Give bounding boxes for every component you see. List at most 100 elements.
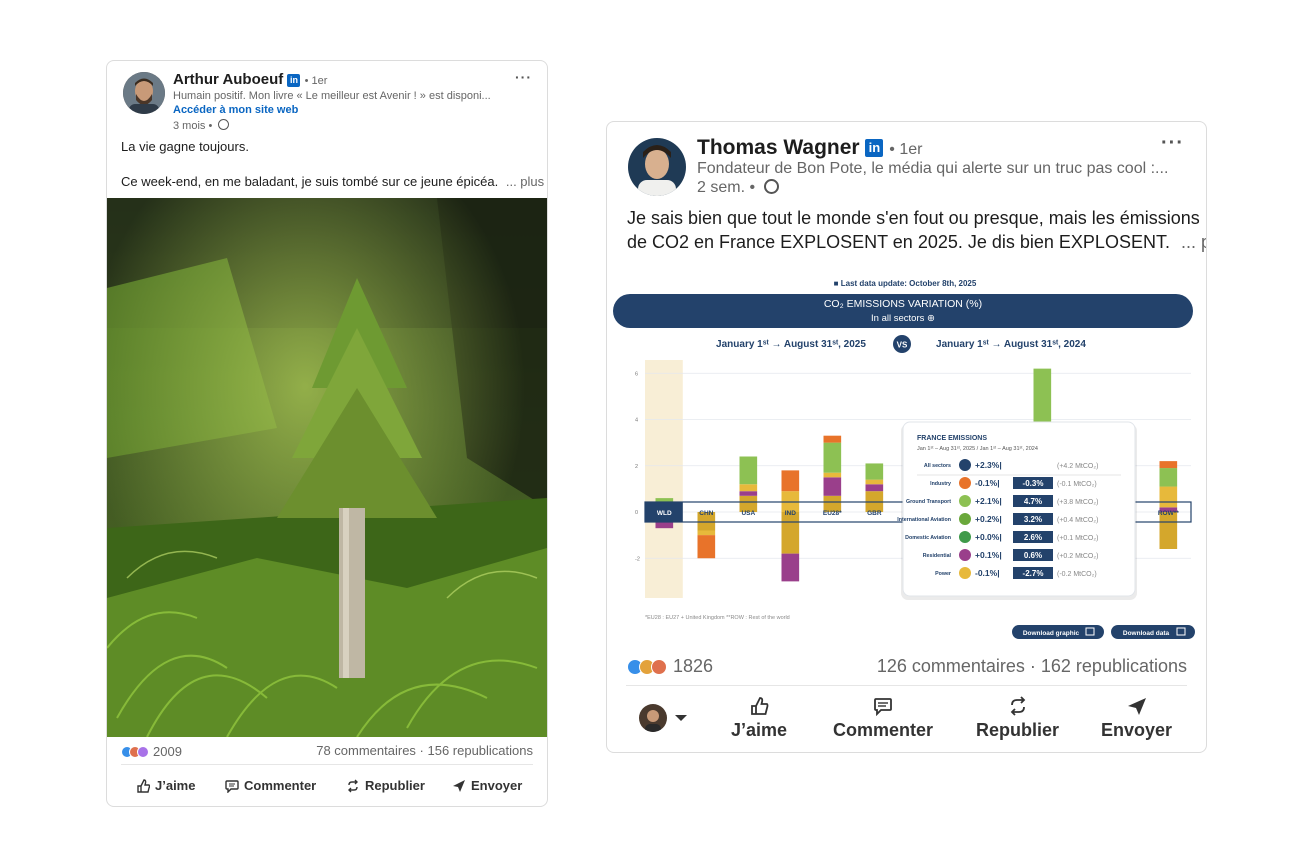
chart-footnote: *EU28 : EU27 + United Kingdom **ROW : Re…	[645, 615, 790, 621]
bar-segment	[1159, 512, 1178, 549]
x-tick-label: EU28*	[823, 510, 842, 517]
post-text-line2-text: de CO2 en France EXPLOSENT en 2025. Je d…	[627, 232, 1170, 252]
comments-reposts-count[interactable]: 78 commentaires · 156 republications	[316, 743, 533, 758]
chart-subtitle: In all sectors ⊕	[871, 313, 935, 324]
sector-icon	[959, 513, 971, 525]
see-more-link[interactable]: ... plus	[506, 174, 544, 189]
avatar-photo	[123, 72, 165, 114]
bar-segment	[823, 442, 842, 473]
comment-button[interactable]: Commenter	[225, 778, 316, 793]
send-button[interactable]: Envoyer	[452, 778, 522, 793]
x-tick-label: USA	[741, 510, 755, 517]
more-options-icon[interactable]: ···	[515, 69, 532, 85]
post-time-text: 3 mois •	[173, 120, 213, 132]
panel-row-label: Industry	[930, 481, 951, 487]
post-photo-spruce[interactable]	[107, 198, 547, 737]
linkedin-premium-icon: in	[287, 73, 301, 87]
globe-icon	[763, 179, 779, 194]
like-button[interactable]: J’aime	[731, 696, 787, 741]
comment-label[interactable]: Commenter	[244, 778, 316, 793]
svg-text:Download graphic: Download graphic	[1023, 630, 1080, 637]
thumbs-up-icon	[137, 778, 150, 793]
download-graphic-button: Download graphic	[1012, 625, 1104, 639]
bar-segment	[865, 479, 884, 485]
author-avatar[interactable]	[628, 138, 686, 196]
bar-segment	[781, 553, 800, 582]
author-name-text[interactable]: Thomas Wagner	[697, 136, 860, 159]
y-tick-label: -2	[635, 556, 640, 562]
bar-segment	[823, 472, 842, 478]
website-link[interactable]: Accéder à mon site web	[173, 104, 298, 116]
panel-row-abs: (+0.1 MtCO₂)	[1057, 535, 1098, 542]
send-icon	[1127, 698, 1146, 715]
france-emissions-panel: FRANCE EMISSIONS Jan 1ˢᵗ – Aug 31ˢᵗ, 2025…	[897, 421, 1137, 600]
reaction-summary[interactable]: 2009	[121, 744, 182, 759]
linkedin-premium-icon: in	[865, 139, 884, 158]
panel-row-label: Ground Transport	[906, 499, 951, 505]
send-label[interactable]: Envoyer	[1101, 720, 1172, 741]
post-as-selector[interactable]	[639, 704, 687, 732]
post-text-line1: La vie gagne toujours.	[121, 139, 249, 154]
bar-segment	[1159, 486, 1178, 508]
sector-icon	[959, 549, 971, 561]
connection-degree: • 1er	[889, 141, 923, 158]
panel-row-label: Domestic Aviation	[905, 535, 951, 541]
send-label[interactable]: Envoyer	[471, 778, 522, 793]
author-name[interactable]: Thomas Wagner in • 1er	[697, 136, 922, 160]
panel-row-change: +0.2%|	[975, 514, 1002, 524]
reaction-summary[interactable]: 1826	[627, 656, 713, 677]
repost-icon	[1010, 696, 1025, 716]
comments-reposts-count[interactable]: 126 commentaires · 162 republications	[877, 656, 1187, 677]
author-name-text[interactable]: Arthur Auboeuf	[173, 71, 283, 88]
panel-row-label: International Aviation	[897, 517, 951, 523]
panel-row-share: -0.3%	[1023, 479, 1044, 488]
y-tick-label: 0	[635, 510, 638, 516]
bar-segment	[1159, 461, 1178, 469]
sector-icon	[959, 459, 971, 471]
reaction-count: 2009	[153, 744, 182, 759]
chevron-down-icon[interactable]	[675, 715, 687, 721]
x-tick-label: IND	[785, 510, 797, 517]
support-reaction-icon	[137, 745, 149, 758]
repost-label[interactable]: Republier	[976, 720, 1059, 741]
globe-icon	[218, 119, 230, 130]
love-reaction-icon	[651, 658, 667, 675]
actions-divider	[121, 764, 533, 765]
see-more-link[interactable]: ... plus	[1181, 232, 1206, 252]
panel-row-abs: (+0.4 MtCO₂)	[1057, 517, 1098, 524]
author-name[interactable]: Arthur Auboeuf in • 1er	[173, 71, 327, 88]
post-time: 3 mois •	[173, 119, 230, 132]
x-tick-label: ROW**	[1158, 510, 1179, 517]
repost-button[interactable]: Republier	[346, 778, 425, 793]
y-tick-label: 4	[635, 418, 638, 424]
post-text-line2: de CO2 en France EXPLOSENT en 2025. Je d…	[627, 232, 1206, 253]
panel-title: FRANCE EMISSIONS	[917, 435, 987, 442]
co2-emissions-chart[interactable]: ■ Last data update: October 8th, 2025 CO…	[611, 272, 1199, 644]
comment-label[interactable]: Commenter	[833, 720, 933, 741]
author-avatar[interactable]	[123, 72, 165, 114]
panel-row-change: +2.3%|	[975, 460, 1002, 470]
bar-segment	[739, 491, 758, 496]
chart-period-a: January 1ˢᵗ → August 31ˢᵗ, 2025	[716, 339, 866, 350]
comment-icon	[874, 698, 892, 716]
send-button[interactable]: Envoyer	[1101, 696, 1172, 741]
panel-row-share: 0.6%	[1024, 551, 1042, 560]
post-text-line2: Ce week-end, en me baladant, je suis tom…	[121, 174, 544, 189]
viewer-avatar[interactable]	[639, 704, 667, 732]
thumbs-up-icon	[751, 697, 769, 715]
repost-label[interactable]: Republier	[365, 778, 425, 793]
like-label[interactable]: J’aime	[731, 720, 787, 741]
like-button[interactable]: J’aime	[136, 778, 195, 793]
panel-row-change: +0.0%|	[975, 532, 1002, 542]
x-tick-label: CHN	[699, 510, 713, 517]
panel-row-label: Power	[935, 571, 951, 577]
viewer-avatar-photo	[645, 710, 661, 732]
comment-button[interactable]: Commenter	[833, 696, 933, 741]
y-tick-label: 6	[635, 371, 638, 377]
repost-button[interactable]: Republier	[976, 696, 1059, 741]
more-options-icon[interactable]: ···	[1161, 132, 1184, 155]
y-tick-label: 2	[635, 464, 638, 470]
panel-row-abs: (-0.1 MtCO₂)	[1057, 481, 1097, 488]
like-label[interactable]: J’aime	[155, 778, 195, 793]
bar-segment	[781, 512, 800, 554]
